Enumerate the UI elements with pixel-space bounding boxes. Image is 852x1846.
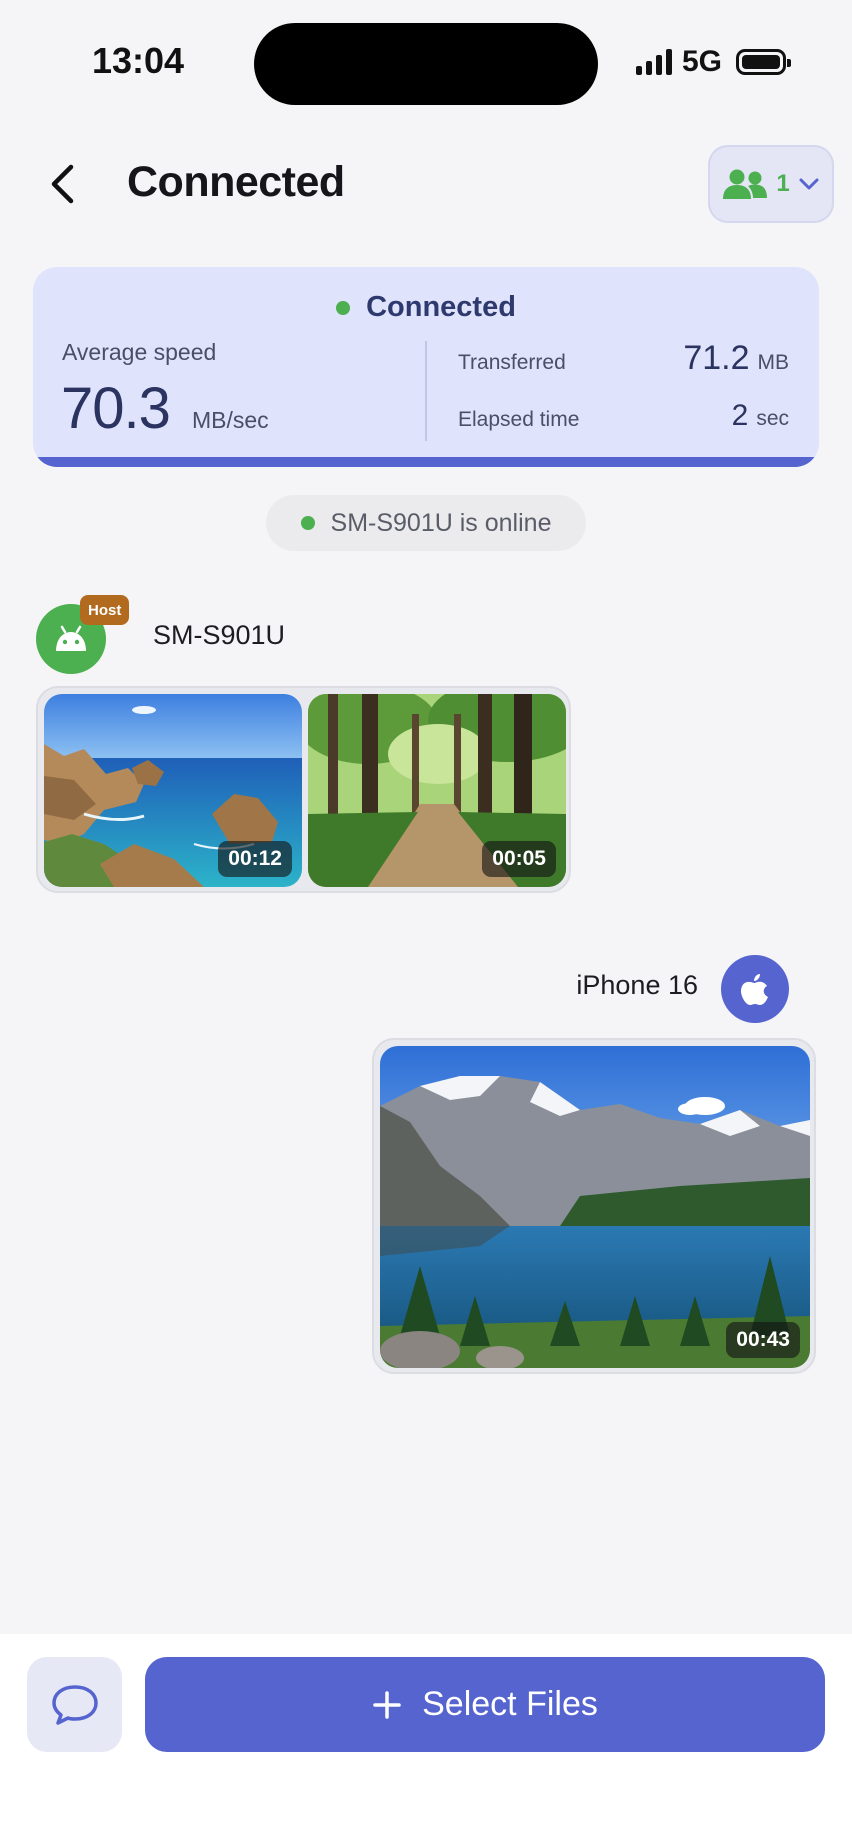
status-time: 13:04 [92,40,185,81]
transferred-stat: 71.2 MB [683,339,789,378]
apple-avatar [721,955,789,1023]
select-files-button[interactable]: Select Files [145,1657,825,1752]
average-speed-value: 70.3 [61,376,171,441]
status-indicators: 5G [635,45,791,79]
host-badge: Host [80,595,130,625]
self-device-name: iPhone 16 [576,970,698,1000]
status-dot-icon [336,300,351,315]
chevron-down-icon [799,178,819,190]
elapsed-unit: sec [756,407,789,430]
elapsed-label: Elapsed time [458,408,580,431]
video-duration-badge: 00:43 [726,1322,800,1358]
network-type: 5G [681,45,722,78]
connection-status-label: Connected [366,291,516,323]
video-duration-badge: 00:05 [482,841,556,877]
chat-button[interactable] [27,1657,122,1752]
signal-icon [635,49,672,75]
chat-bubble-icon [51,1684,98,1725]
video-thumbnail-forest[interactable]: 00:05 [308,694,566,887]
battery-icon [736,49,791,75]
peer-count: 1 [776,170,790,197]
video-thumbnail-mountain-lake[interactable]: 00:43 [380,1046,810,1368]
select-files-label: Select Files [422,1685,598,1723]
apple-icon [741,974,768,1005]
transferred-unit: MB [757,351,790,374]
stats-divider [425,341,427,441]
peers-dropdown-button[interactable]: 1 [708,145,834,223]
host-media-group: 00:12 00:05 [36,686,571,893]
back-button[interactable] [42,160,82,208]
mountain-lake-image [380,1046,810,1368]
host-device-name: SM-S901U [153,620,286,650]
transferred-label: Transferred [458,351,566,374]
online-dot-icon [300,516,315,530]
connection-status: Connected [33,291,819,324]
video-duration-badge: 00:12 [218,841,292,877]
online-notice: SM-S901U is online [266,495,586,551]
online-notice-text: SM-S901U is online [330,508,552,537]
average-speed-unit: MB/sec [192,407,269,433]
transfer-screen: 13:04 5G Connected 1 Connected Average s… [0,0,852,1846]
transferred-value: 71.2 [683,339,750,377]
chevron-left-icon [51,164,74,204]
people-icon [723,169,768,199]
dynamic-island [254,23,598,105]
elapsed-stat: 2 sec [732,399,789,433]
android-icon [56,625,86,651]
elapsed-value: 2 [731,399,749,432]
stats-progress-bar [33,457,819,467]
average-speed-label: Average speed [62,339,217,365]
video-thumbnail-coastline[interactable]: 00:12 [44,694,302,887]
transfer-stats-card: Connected Average speed 70.3 MB/sec Tran… [33,267,819,467]
plus-icon [373,1690,401,1719]
self-media-group: 00:43 [372,1038,816,1374]
page-title: Connected [127,158,345,206]
